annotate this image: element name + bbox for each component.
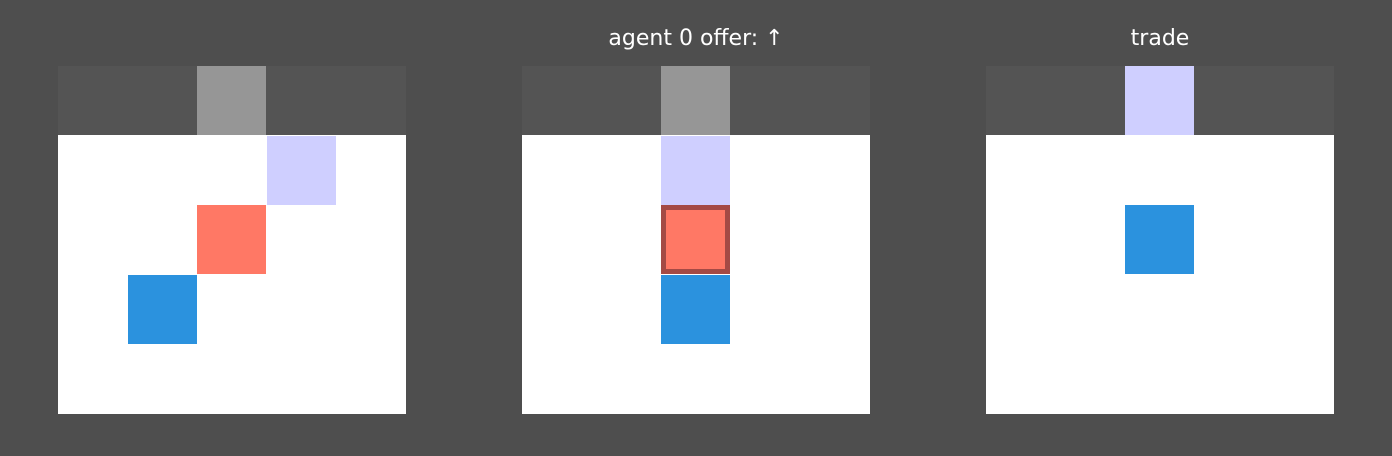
game-stage: agent 0 offer: ↑ trade (0, 0, 1392, 456)
lavender-cell (266, 135, 336, 205)
agent-red-cell (661, 205, 731, 275)
panel-initial-state (58, 0, 406, 456)
agent-red-cell (197, 205, 267, 275)
panel-agent-offer: agent 0 offer: ↑ (522, 0, 870, 456)
agent-blue-cell (661, 274, 731, 344)
panel-trade: trade (986, 0, 1334, 456)
lavender-cell (661, 135, 731, 205)
game-board (522, 66, 870, 414)
game-board (986, 66, 1334, 414)
panel-title: trade (1130, 26, 1190, 51)
panel-title: agent 0 offer: ↑ (608, 26, 784, 51)
gray-slot-cell (197, 66, 267, 135)
agent-blue-cell (1125, 205, 1195, 275)
gray-slot-cell (661, 66, 731, 135)
game-board (58, 66, 406, 414)
agent-blue-cell (127, 274, 197, 344)
lavender-cell (1125, 66, 1195, 135)
